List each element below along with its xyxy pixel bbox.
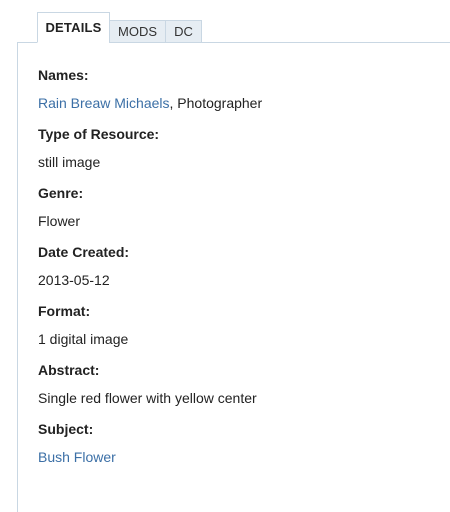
field-value-subject: Bush Flower (38, 448, 262, 466)
tab-mods[interactable]: MODS (109, 20, 166, 43)
details-fields: Names: Rain Breaw Michaels, Photographer… (38, 66, 262, 479)
field-date-created: Date Created: 2013-05-12 (38, 243, 262, 302)
field-value-date-created: 2013-05-12 (38, 272, 110, 288)
field-value-genre: Flower (38, 213, 81, 229)
field-abstract: Abstract: Single red flower with yellow … (38, 361, 262, 420)
field-type-of-resource: Type of Resource: still image (38, 125, 262, 184)
field-label-type-of-resource: Type of Resource: (38, 126, 160, 142)
field-format: Format: 1 digital image (38, 302, 262, 361)
name-role: , Photographer (169, 95, 263, 111)
field-value-names: Rain Breaw Michaels, Photographer (38, 94, 262, 112)
field-subject: Subject: Bush Flower (38, 420, 262, 479)
tab-dc[interactable]: DC (165, 20, 202, 43)
name-link[interactable]: Rain Breaw Michaels (38, 95, 170, 111)
field-value-abstract: Single red flower with yellow center (38, 390, 257, 406)
field-value-format: 1 digital image (38, 331, 129, 347)
tab-details[interactable]: DETAILS (37, 12, 110, 43)
field-label-names: Names: (38, 67, 89, 83)
field-label-subject: Subject: (38, 421, 94, 437)
field-names: Names: Rain Breaw Michaels, Photographer (38, 66, 262, 125)
field-value-type-of-resource: still image (38, 154, 101, 170)
field-genre: Genre: Flower (38, 184, 262, 243)
field-label-genre: Genre: (38, 185, 84, 201)
field-label-date-created: Date Created: (38, 244, 130, 260)
field-label-format: Format: (38, 303, 91, 319)
field-label-abstract: Abstract: (38, 362, 100, 378)
record-tabs: DETAILS MODS DC (37, 12, 202, 43)
subject-link[interactable]: Bush Flower (38, 449, 116, 465)
